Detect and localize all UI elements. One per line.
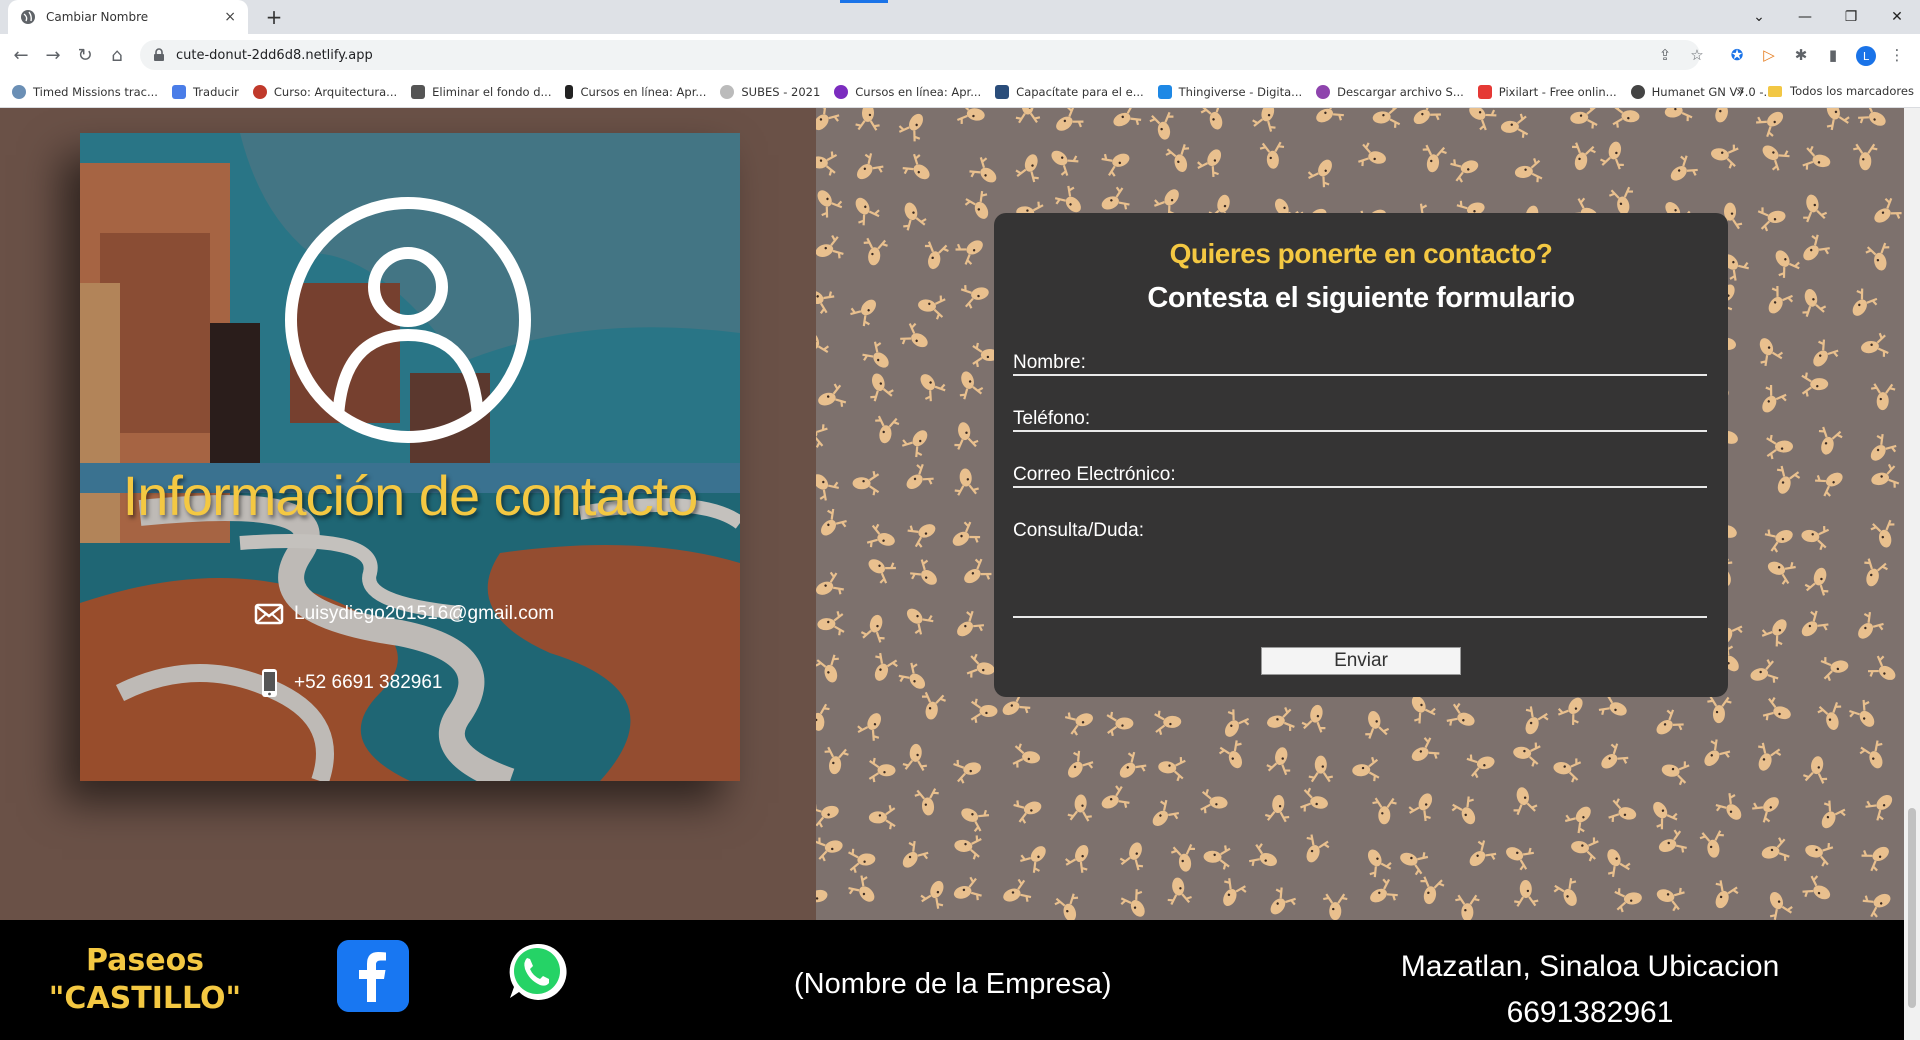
- name-field: Nombre:: [1013, 352, 1707, 376]
- footer-phone[interactable]: 6691382961: [1390, 990, 1790, 1036]
- bookmarks-overflow-button[interactable]: »: [1736, 84, 1745, 100]
- bookmark-item[interactable]: Eliminar el fondo d...: [411, 84, 551, 99]
- mail-icon: [254, 603, 284, 625]
- submit-button[interactable]: Enviar: [1261, 647, 1461, 675]
- menu-icon[interactable]: ⋮: [1884, 42, 1910, 68]
- message-field: Consulta/Duda:: [1013, 520, 1707, 618]
- sidebar-icon[interactable]: ▮: [1820, 42, 1846, 68]
- brand-name: Paseos "CASTILLO": [40, 942, 250, 1018]
- back-button[interactable]: ←: [8, 42, 34, 68]
- bookmark-item[interactable]: Thingiverse - Digita...: [1157, 84, 1302, 99]
- form-subtitle: Contesta el siguiente formulario: [1147, 282, 1575, 314]
- contact-phone[interactable]: +52 6691 382961: [294, 672, 442, 694]
- tab-indicator: [840, 0, 888, 3]
- close-window-button[interactable]: ✕: [1874, 0, 1920, 34]
- tab-search-button[interactable]: ⌄: [1736, 0, 1782, 34]
- tab-strip: Cambiar Nombre × + ⌄ — ❐ ✕: [0, 0, 1920, 34]
- restore-button[interactable]: ❐: [1828, 0, 1874, 34]
- extension-2-icon[interactable]: ▷: [1756, 42, 1782, 68]
- brand-line-1: Paseos: [85, 943, 205, 978]
- bookmark-item[interactable]: Cursos en línea: Apr...: [565, 84, 706, 99]
- bookmark-favicon-icon: [1157, 84, 1172, 99]
- name-label: Nombre:: [1013, 352, 1086, 373]
- contact-email[interactable]: Luisydiego201516@gmail.com: [294, 603, 554, 625]
- bookmark-item[interactable]: Timed Missions trac...: [12, 84, 158, 99]
- lock-icon: [154, 48, 164, 61]
- forward-button[interactable]: →: [40, 42, 66, 68]
- phone-label: Teléfono:: [1013, 408, 1091, 429]
- bookmark-favicon-icon: [1630, 84, 1645, 99]
- phone-icon: [262, 669, 277, 697]
- url-text: cute-donut-2dd6d8.netlify.app: [176, 47, 373, 63]
- user-profile-icon: [285, 197, 531, 443]
- bookmark-favicon-icon: [1477, 84, 1492, 99]
- form-question: Quieres ponerte en contacto?: [1169, 238, 1553, 269]
- browser-toolbar: ← → ↻ ⌂ cute-donut-2dd6d8.netlify.app ⇪ …: [0, 34, 1920, 76]
- email-input[interactable]: [1183, 464, 1703, 488]
- bookmark-favicon-icon: [411, 84, 426, 99]
- tab-title: Cambiar Nombre: [46, 10, 149, 24]
- company-name: (Nombre de la Empresa): [794, 968, 1112, 1000]
- page-content: Información de contacto Luisydiego201516…: [0, 108, 1904, 1040]
- home-button[interactable]: ⌂: [104, 42, 130, 68]
- phone-row: +52 6691 382961: [254, 668, 442, 698]
- reload-button[interactable]: ↻: [72, 42, 98, 68]
- new-tab-button[interactable]: +: [262, 5, 286, 29]
- scrollbar-thumb[interactable]: [1908, 808, 1916, 1008]
- email-field: Correo Electrónico:: [1013, 464, 1707, 488]
- bookmark-favicon-icon: [834, 84, 849, 99]
- bookmark-favicon-icon: [171, 84, 186, 99]
- bookmark-favicon-icon: [720, 84, 735, 99]
- location-text: Mazatlan, Sinaloa Ubicacion: [1400, 950, 1780, 983]
- bookmark-item[interactable]: Descargar archivo S...: [1316, 84, 1464, 99]
- email-label: Correo Electrónico:: [1013, 464, 1176, 485]
- browser-tab[interactable]: Cambiar Nombre ×: [8, 0, 248, 34]
- all-bookmarks-folder[interactable]: Todos los marcadores: [1768, 84, 1914, 98]
- bookmark-item[interactable]: Curso: Arquitectura...: [252, 84, 397, 99]
- profile-avatar[interactable]: L: [1856, 46, 1876, 66]
- contact-card-title: Información de contacto: [122, 464, 699, 527]
- contact-card: Información de contacto Luisydiego201516…: [80, 133, 740, 781]
- page-scrollbar[interactable]: [1904, 108, 1920, 1040]
- footer: Paseos "CASTILLO" (Nombre de la Empresa)…: [0, 920, 1904, 1040]
- bookmark-favicon-icon: [252, 84, 267, 99]
- whatsapp-icon[interactable]: [505, 940, 569, 1004]
- brand-line-2: "CASTILLO": [48, 981, 242, 1016]
- bookmark-favicon-icon: [565, 84, 574, 99]
- message-textarea[interactable]: [1013, 550, 1707, 618]
- share-icon[interactable]: ⇪: [1652, 42, 1678, 68]
- bookmark-item[interactable]: Cursos en línea: Apr...: [834, 84, 981, 99]
- bookmark-favicon-icon: [995, 84, 1010, 99]
- bookmarks-bar: Timed Missions trac... Traducir Curso: A…: [0, 76, 1920, 108]
- bookmark-item[interactable]: Pixilart - Free onlin...: [1477, 84, 1617, 99]
- contact-form: Quieres ponerte en contacto? Contesta el…: [994, 213, 1728, 697]
- email-row: Luisydiego201516@gmail.com: [254, 599, 554, 629]
- phone-field: Teléfono:: [1013, 408, 1707, 432]
- bookmark-item[interactable]: Capacítate para el e...: [995, 84, 1144, 99]
- star-icon[interactable]: ☆: [1684, 42, 1710, 68]
- extension-1-icon[interactable]: ✪: [1724, 42, 1750, 68]
- minimize-button[interactable]: —: [1782, 0, 1828, 34]
- facebook-icon[interactable]: [337, 940, 409, 1012]
- address-bar[interactable]: cute-donut-2dd6d8.netlify.app: [140, 40, 1700, 70]
- bookmark-item[interactable]: SUBES - 2021: [720, 84, 820, 99]
- message-label: Consulta/Duda:: [1013, 520, 1144, 541]
- bookmark-favicon-icon: [1316, 84, 1331, 99]
- name-input[interactable]: [1093, 352, 1703, 376]
- bookmark-item[interactable]: Humanet GN V7.0 -...: [1630, 84, 1774, 99]
- tab-close-button[interactable]: ×: [224, 9, 236, 25]
- contact-form-section: Quieres ponerte en contacto? Contesta el…: [816, 108, 1904, 920]
- folder-icon: [1768, 85, 1782, 97]
- footer-location: Mazatlan, Sinaloa Ubicacion 6691382961: [1390, 944, 1790, 1036]
- contact-info-section: Información de contacto Luisydiego201516…: [0, 108, 816, 920]
- extensions-icon[interactable]: ✱: [1788, 42, 1814, 68]
- bookmark-favicon-icon: [12, 84, 26, 99]
- phone-input[interactable]: [1098, 408, 1703, 432]
- globe-icon: [21, 10, 35, 24]
- bookmark-item[interactable]: Traducir: [171, 84, 239, 99]
